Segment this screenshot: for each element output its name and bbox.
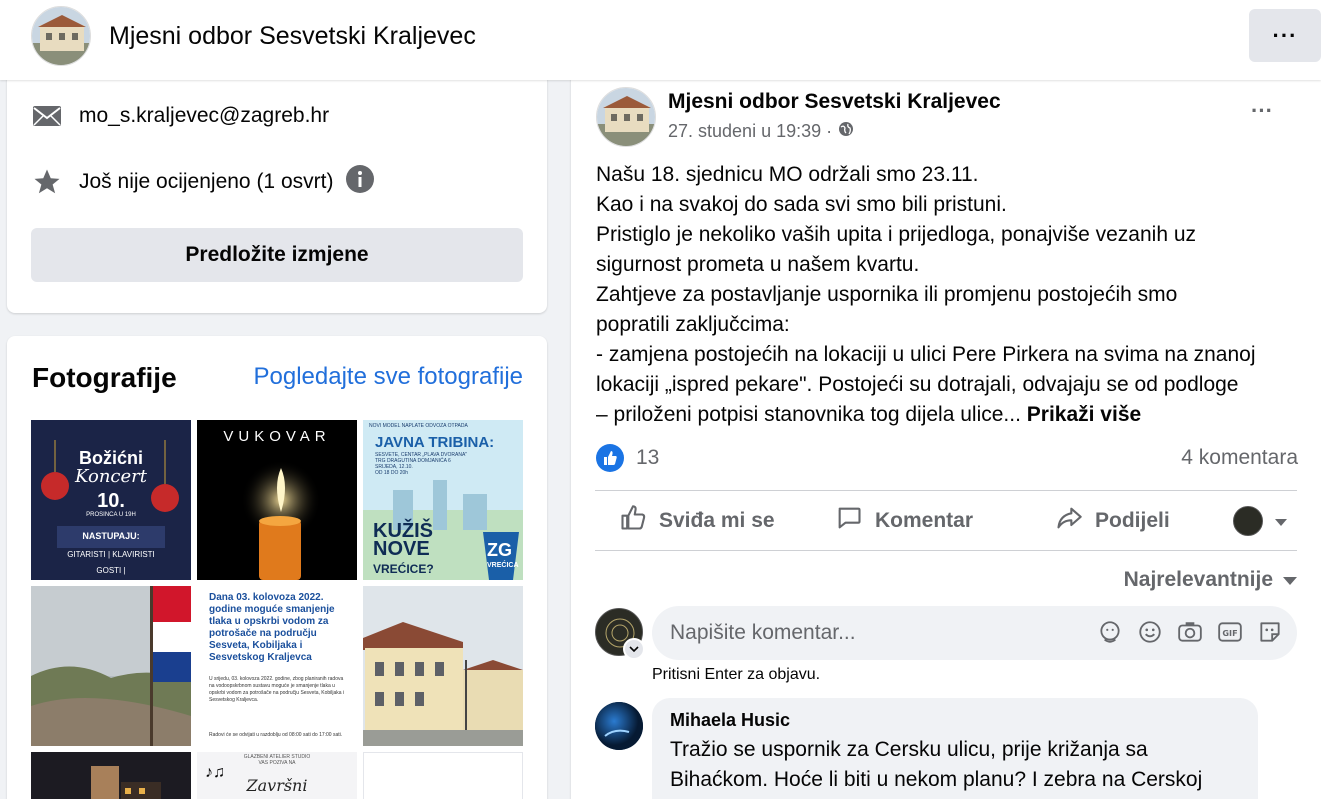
like-button[interactable]: Sviđa mi se xyxy=(619,504,775,538)
chevron-down-icon xyxy=(1275,509,1287,533)
comment-icon xyxy=(835,504,863,538)
tribina-hours: OD 18 DO 20h xyxy=(375,470,409,476)
post-time-text[interactable]: 27. studeni u 19:39 · xyxy=(668,121,832,142)
thumbs-up-icon xyxy=(619,504,647,538)
chevron-down-icon xyxy=(1283,568,1297,592)
globe-icon xyxy=(838,121,854,142)
photo-blank[interactable] xyxy=(363,752,523,799)
post-line: lokaciji „ispred pekare". Postojeći su d… xyxy=(596,373,1239,396)
photo-water-notice[interactable]: Dana 03. kolovoza 2022. godine moguće sm… xyxy=(197,586,357,746)
reactions-row: 13 4 komentara xyxy=(596,444,1298,472)
page-title[interactable]: Mjesni odbor Sesvetski Kraljevec xyxy=(109,22,476,51)
share-button[interactable]: Podijeli xyxy=(1055,504,1170,538)
comment-label: Komentar xyxy=(875,509,974,532)
like-reaction-icon[interactable] xyxy=(596,444,624,472)
share-icon xyxy=(1055,504,1083,538)
commenter-name[interactable]: Mihaela Husic xyxy=(670,710,1240,731)
camera-icon[interactable] xyxy=(1177,619,1203,651)
suggest-edits-button[interactable]: Predložite izmjene xyxy=(31,228,523,282)
mail-icon xyxy=(31,100,63,132)
post-author-name[interactable]: Mjesni odbor Sesvetski Kraljevec xyxy=(668,90,1001,114)
post-line: Zahtjeve za postavljanje uspornika ili p… xyxy=(596,283,1178,306)
post-line: Kao i na svakoj do sada svi smo bili pri… xyxy=(596,193,1007,216)
comment-placeholder: Napišite komentar... xyxy=(670,621,856,644)
concert-guests: GOSTI | xyxy=(96,566,126,575)
photo-vukovar[interactable]: VUKOVAR xyxy=(197,420,357,580)
concert-date: 10. xyxy=(97,490,125,512)
svg-text:GIF: GIF xyxy=(1222,628,1237,638)
notice-body: U srijedu, 03. kolovoza 2022. godine, zb… xyxy=(209,676,345,703)
post-author-avatar[interactable] xyxy=(596,87,656,147)
sticker-icon[interactable] xyxy=(1257,619,1283,651)
concert-subtitle: Koncert xyxy=(75,466,147,487)
zg-logo: ZG xyxy=(487,540,512,560)
notice-title: Dana 03. kolovoza 2022. godine moguće sm… xyxy=(209,592,335,663)
photo-tribina[interactable]: NOVI MODEL NAPLATE ODVOZA OTPADA JAVNA T… xyxy=(363,420,523,580)
photo-building[interactable] xyxy=(363,586,523,746)
post-line: sigurnost prometa u našem kvartu. xyxy=(596,253,920,276)
tribina-kicker: NOVI MODEL NAPLATE ODVOZA OTPADA xyxy=(369,423,468,429)
notice-hours: Radovi će se odvijati u razdoblju od 08:… xyxy=(209,732,343,738)
rating-row: Još nije ocijenjeno (1 osvrt) xyxy=(31,164,375,200)
page-more-button[interactable]: ··· xyxy=(1249,9,1321,62)
photo-night[interactable] xyxy=(31,752,191,799)
comment-line: Tražio se uspornik za Cersku ulicu, prij… xyxy=(670,738,1148,761)
comment-input[interactable]: Napišite komentar... GIF xyxy=(652,606,1297,660)
post-line: Našu 18. sjednicu MO održali smo 23.11. xyxy=(596,163,979,186)
post-options-button[interactable]: ··· xyxy=(1251,98,1273,124)
comment-line: Bihaćkom. Hoće li biti u nekom planu? I … xyxy=(670,768,1203,791)
email-row: mo_s.kraljevec@zagreb.hr xyxy=(31,100,329,132)
tribina-slogan-3: VREĆICE? xyxy=(373,562,434,576)
actor-avatar xyxy=(1233,506,1263,536)
post-actions: Sviđa mi se Komentar Podijeli xyxy=(595,492,1297,550)
info-icon[interactable] xyxy=(345,164,375,200)
likes-count[interactable]: 13 xyxy=(636,446,659,470)
post-line: popratili zaključcima: xyxy=(596,313,790,336)
comments-count[interactable]: 4 komentara xyxy=(1181,446,1298,470)
concert-time: PROSINCA U 19H xyxy=(86,512,136,518)
avatar-sticker-icon[interactable] xyxy=(1097,619,1123,651)
chevron-down-icon[interactable] xyxy=(623,638,645,660)
post-card: Mjesni odbor Sesvetski Kraljevec 27. stu… xyxy=(571,70,1321,799)
see-all-photos-link[interactable]: Pogledajte sve fotografije xyxy=(253,363,523,391)
emoji-icon[interactable] xyxy=(1137,619,1163,651)
actor-selector[interactable] xyxy=(1233,506,1287,536)
post-body: Našu 18. sjednicu MO održali smo 23.11. … xyxy=(596,160,1306,430)
comment-bubble: Mihaela Husic Tražio se uspornik za Cers… xyxy=(652,698,1258,799)
star-icon xyxy=(31,166,63,198)
photo-flag[interactable] xyxy=(31,586,191,746)
see-more-link[interactable]: Prikaži više xyxy=(1027,403,1141,426)
photos-card: Fotografije Pogledajte sve fotografije B… xyxy=(7,336,547,799)
photo-concert[interactable]: Božićni Koncert 10. PROSINCA U 19H NASTU… xyxy=(31,420,191,580)
zavrsni-title: Završni xyxy=(246,776,308,795)
share-label: Podijeli xyxy=(1095,509,1170,532)
divider xyxy=(595,550,1297,551)
concert-performers-label: NASTUPAJU: xyxy=(82,531,140,541)
zg-logo-caption: VREĆICA xyxy=(487,562,519,569)
concert-performers: GITARISTI | KLAVIRISTI xyxy=(67,550,155,559)
photo-zavrsni[interactable]: GLAZBENI ATELIER STUDIO VAS POZIVA NA ♪♫… xyxy=(197,752,357,799)
tribina-slogan-2: NOVE xyxy=(373,538,430,560)
sort-label: Najrelevantnije xyxy=(1123,568,1273,591)
commenter-avatar[interactable] xyxy=(595,702,643,750)
post-line: Pristiglo je nekoliko vaših upita i prij… xyxy=(596,223,1197,246)
about-card: mo_s.kraljevec@zagreb.hr Još nije ocijen… xyxy=(7,70,547,313)
rating-text: Još nije ocijenjeno (1 osvrt) xyxy=(79,170,334,193)
post-line: – priloženi potpisi stanovnika tog dijel… xyxy=(596,403,1021,426)
gif-icon[interactable]: GIF xyxy=(1217,619,1243,651)
enter-hint: Pritisni Enter za objavu. xyxy=(652,666,821,683)
tribina-title: JAVNA TRIBINA: xyxy=(375,434,495,451)
comment-tools: GIF xyxy=(1097,619,1283,651)
comment-sort-dropdown[interactable]: Najrelevantnije xyxy=(1124,568,1297,592)
post-timestamp[interactable]: 27. studeni u 19:39 · xyxy=(668,121,854,142)
divider xyxy=(595,490,1297,491)
photos-title: Fotografije xyxy=(32,362,177,393)
page-avatar[interactable] xyxy=(31,6,91,66)
page-header: Mjesni odbor Sesvetski Kraljevec ··· xyxy=(0,0,1321,80)
like-label: Sviđa mi se xyxy=(659,509,775,532)
comment-button[interactable]: Komentar xyxy=(835,504,973,538)
post-line: - zamjena postojećih na lokaciji u ulici… xyxy=(596,343,1256,366)
post-line-last: – priloženi potpisi stanovnika tog dijel… xyxy=(596,400,1306,430)
email-link[interactable]: mo_s.kraljevec@zagreb.hr xyxy=(79,104,329,128)
